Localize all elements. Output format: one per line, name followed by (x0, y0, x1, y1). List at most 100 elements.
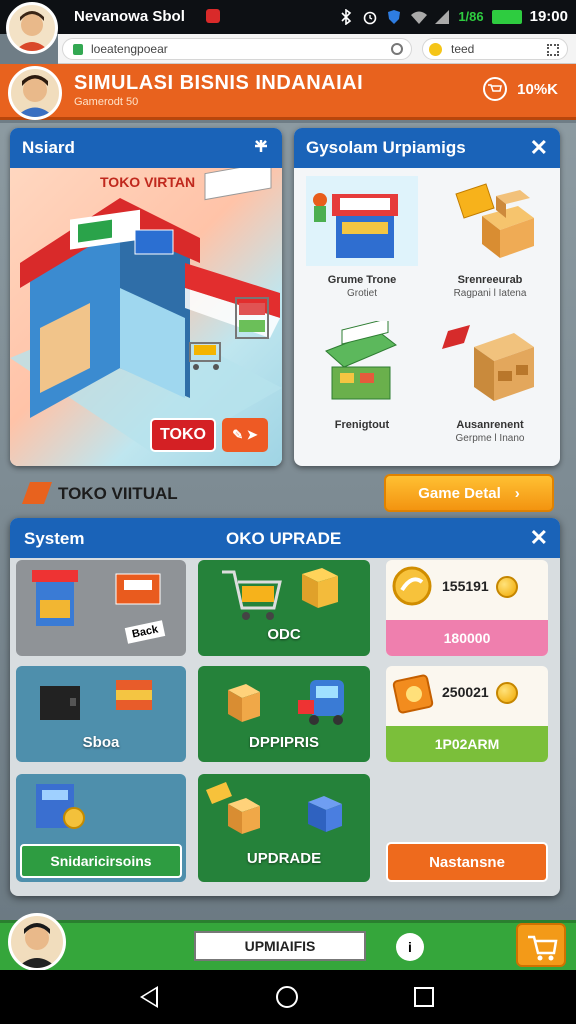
money-bag-icon (392, 566, 432, 606)
bottom-avatar[interactable] (8, 913, 66, 971)
url-field[interactable]: loeatengpoear (62, 38, 412, 60)
recent-apps-icon[interactable] (414, 987, 434, 1007)
upgrade-tile-cart[interactable]: ODC (198, 560, 370, 656)
upgrade-panel-title: OKO UPRADE (226, 529, 342, 548)
info-icon[interactable]: i (396, 933, 424, 961)
upgrade-item-desc: Ragpani l Iatena (453, 288, 527, 299)
upgrade-tile-cart-label: ODC (267, 626, 301, 643)
game-header: SIMULASI BISNIS INDANAIAI Gamerodt 50 10… (0, 64, 576, 120)
browser-bar: loeatengpoear teed (58, 34, 576, 64)
reload-icon[interactable] (391, 43, 403, 55)
shop-card-header: Nsiard (10, 128, 282, 168)
chevron-right-icon: › (514, 484, 520, 502)
kiosk-icon (313, 193, 398, 258)
upgrade-tile-delivery[interactable]: DPPIPRIS (198, 666, 370, 762)
alarm-icon (362, 9, 378, 25)
player-avatar[interactable] (8, 66, 62, 120)
upgrade-tile-upgrade-label: UPDRADE (246, 850, 322, 867)
cart-button[interactable] (516, 923, 566, 967)
upgrade-tile-register-label[interactable]: Snidaricirsoins (20, 844, 182, 878)
battery-icon (491, 9, 522, 24)
upgrades-card: Gysolam Urpiamigs ✕ Grume Trone Grotiet (294, 128, 560, 466)
upgrades-card-header: Gysolam Urpiamigs ✕ (294, 128, 560, 168)
close-icon[interactable]: ✕ (530, 525, 548, 551)
store-name: TOKO VIITUAL (58, 484, 178, 503)
crate-icon (442, 325, 534, 401)
coin-icon (496, 576, 518, 598)
url-text: loeatengpoear (91, 42, 168, 56)
edit-icon: ✎ ➤ (232, 427, 258, 442)
wifi-icon (410, 9, 428, 25)
bottom-input[interactable]: UPMIAIFIS (194, 931, 366, 961)
wallet-icon (392, 674, 434, 714)
upgrade-items-grid: Grume Trone Grotiet Srenreeurab Ragpani … (298, 172, 554, 462)
cart-icon (528, 935, 558, 961)
price-card-2-bar[interactable]: 1P02ARM (386, 726, 548, 762)
upgrade-item-name: Ausanrenent (456, 419, 524, 431)
settings-icon[interactable] (252, 137, 270, 160)
cash-register-icon (36, 784, 85, 829)
lock-icon (73, 44, 83, 55)
status-time: 19:00 (529, 8, 568, 25)
upgrade-panel-header: System OKO UPRADE ✕ (10, 518, 560, 558)
action-button[interactable]: Nastansne (386, 842, 548, 882)
coin-icon (496, 682, 518, 704)
status-bar: Nevanowa Sbol 1/86 19:00 (0, 0, 576, 34)
close-icon[interactable]: ✕ (530, 135, 548, 161)
price-card-1-bar[interactable]: 180000 (386, 620, 548, 656)
upgrade-tile-delivery-label: DPPIPRIS (248, 734, 320, 751)
market-stall-icon (325, 317, 397, 400)
price-card-2-value: 250021 (442, 684, 489, 700)
system-nav-bar (0, 970, 576, 1024)
upgrade-item[interactable]: Srenreeurab Ragpani l Iatena (426, 172, 554, 317)
upgrade-item-name: Frenigtout (334, 419, 390, 431)
upgrade-item-desc: Gerpme l Inano (455, 433, 525, 444)
upgrade-tile-register[interactable]: Snidaricirsoins (16, 774, 186, 882)
notification-badge-icon (206, 9, 220, 23)
package-icon (206, 782, 342, 834)
search-engine-icon (429, 43, 442, 56)
status-app-title: Nevanowa Sbol (74, 8, 185, 25)
upgrade-tile-safe-label: Sboa (82, 734, 120, 751)
price-card-1[interactable]: 155191 180000 (386, 560, 548, 656)
search-field[interactable]: teed (422, 38, 568, 60)
stall-icon (32, 570, 161, 626)
upgrade-panel-tab-system[interactable]: System (24, 529, 84, 549)
price-card-2[interactable]: 250021 1P02ARM (386, 666, 548, 762)
edit-shop-button[interactable]: ✎ ➤ (222, 418, 268, 452)
bottom-bar: UPMIAIFIS i (0, 913, 576, 971)
price-card-1-value: 155191 (442, 578, 489, 594)
upgrade-tile-upgrade[interactable]: UPDRADE (198, 774, 370, 882)
upgrade-item-name: Srenreeurab (457, 274, 523, 286)
delivery-icon (228, 680, 344, 725)
toko-button[interactable]: TOKO (150, 418, 216, 452)
game-title: SIMULASI BISNIS INDANAIAI (74, 72, 364, 94)
shopping-cart-icon (222, 568, 338, 620)
upgrade-panel: System OKO UPRADE ✕ Back ODC 155191 1800… (10, 518, 560, 896)
upgrade-tile-safe[interactable]: Sboa (16, 666, 186, 762)
game-detail-button[interactable]: Game Detal › (384, 474, 554, 512)
safe-icon (40, 680, 152, 720)
upgrade-item[interactable]: Ausanrenent Gerpme l Inano (426, 317, 554, 462)
back-icon[interactable] (140, 986, 158, 1008)
apps-grid-icon[interactable] (547, 44, 559, 56)
profile-avatar[interactable] (6, 2, 58, 54)
signal-icon (434, 9, 450, 25)
header-value: 10%K (517, 80, 558, 98)
status-icons: 1/86 19:00 (338, 7, 568, 26)
search-text: teed (451, 42, 475, 56)
header-currency-button[interactable]: 10%K (483, 77, 558, 101)
bluetooth-icon (338, 7, 354, 26)
upgrade-item-name: Grume Trone (327, 274, 397, 286)
game-detail-label: Game Detal (418, 484, 501, 502)
game-subtitle: Gamerodt 50 (74, 96, 139, 108)
upgrade-item[interactable]: Grume Trone Grotiet (298, 172, 426, 317)
home-icon[interactable] (276, 986, 298, 1008)
upgrade-item[interactable]: Frenigtout (298, 317, 426, 462)
shop-card: Nsiard TOKO VIRTAN TOKO ✎ ➤ (10, 128, 282, 466)
store-info-row: TOKO VIITUAL Game Detal › (10, 474, 558, 514)
cart-icon (483, 77, 508, 101)
shop-scene[interactable]: TOKO VIRTAN TOKO ✎ ➤ (10, 168, 282, 466)
upgrade-item-desc: Grotiet (346, 288, 377, 299)
upgrade-tile-store[interactable]: Back (16, 560, 186, 656)
